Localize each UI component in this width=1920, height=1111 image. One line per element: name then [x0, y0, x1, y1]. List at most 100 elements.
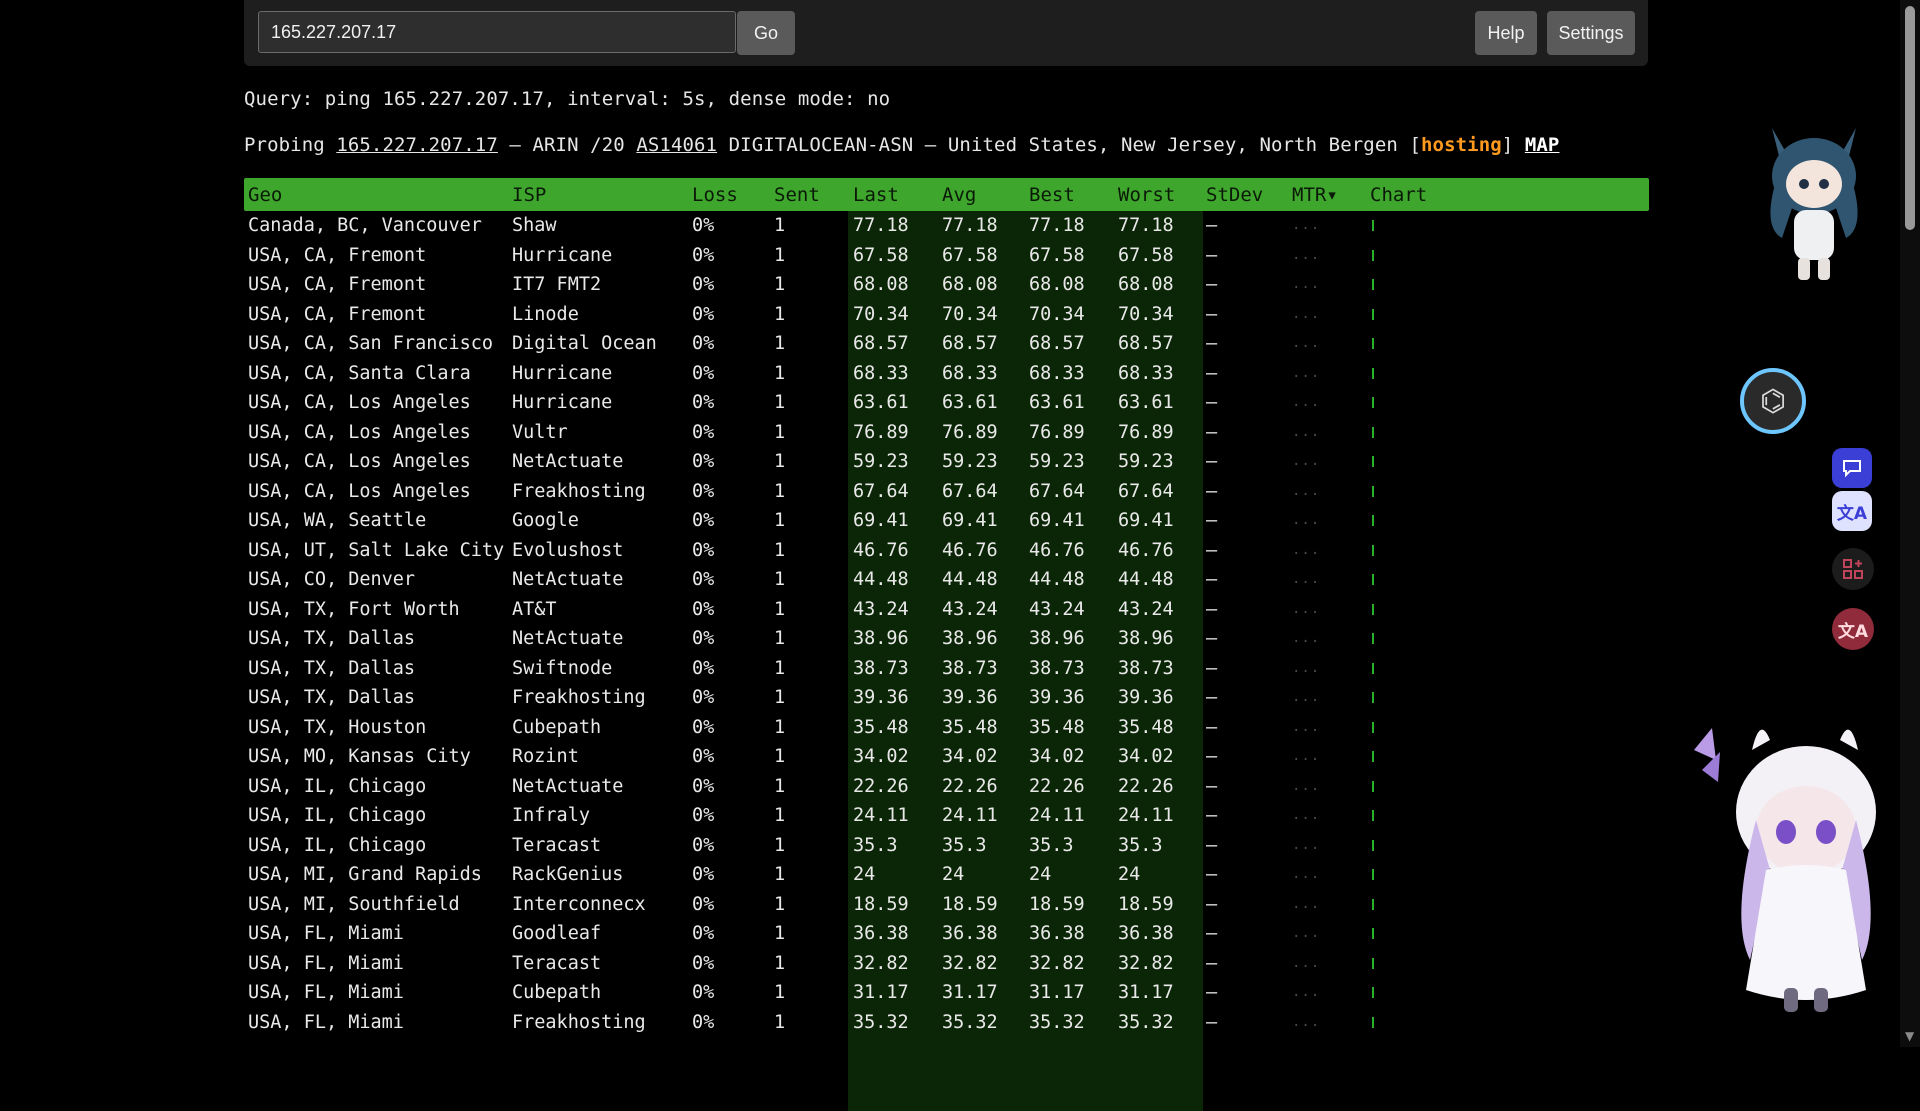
- map-link[interactable]: MAP: [1525, 134, 1560, 156]
- cell-worst: 38.73: [1118, 657, 1174, 679]
- chart-tick: [1372, 397, 1374, 408]
- cell-mtr-icon[interactable]: ...: [1292, 335, 1320, 351]
- cell-mtr-icon[interactable]: ...: [1292, 424, 1320, 440]
- header-isp[interactable]: ISP: [512, 184, 546, 206]
- apps-icon[interactable]: [1832, 548, 1874, 590]
- hosting-tag: hosting: [1421, 134, 1502, 156]
- cell-loss: 0%: [692, 628, 715, 649]
- cell-sent: 1: [774, 775, 786, 797]
- cell-mtr-icon[interactable]: ...: [1292, 365, 1320, 381]
- chart-tick: [1372, 456, 1374, 467]
- cell-isp: Vultr: [512, 421, 568, 443]
- cell-worst: 43.24: [1118, 598, 1174, 620]
- cell-best: 34.02: [1029, 746, 1085, 767]
- cell-stdev: —: [1206, 893, 1218, 915]
- cell-loss: 0%: [692, 480, 715, 502]
- cell-mtr-icon[interactable]: ...: [1292, 955, 1320, 971]
- cell-avg: 46.76: [942, 539, 998, 561]
- translate-icon[interactable]: 文A: [1832, 491, 1872, 531]
- cell-mtr-icon[interactable]: ...: [1292, 453, 1320, 469]
- cell-mtr-icon[interactable]: ...: [1292, 483, 1320, 499]
- cell-mtr-icon[interactable]: ...: [1292, 719, 1320, 735]
- cell-mtr-icon[interactable]: ...: [1292, 601, 1320, 617]
- cell-best: 43.24: [1029, 598, 1085, 620]
- cell-mtr-icon[interactable]: ...: [1292, 866, 1320, 882]
- cell-stdev: —: [1206, 923, 1218, 944]
- cell-isp: Interconnecx: [512, 893, 646, 915]
- header-loss[interactable]: Loss: [692, 184, 738, 206]
- cell-mtr-icon[interactable]: ...: [1292, 837, 1320, 853]
- table-row: USA, FL, Miami Freakhosting 0% 1 35.32 35.32 3…: [244, 1008, 1649, 1038]
- chart-tick: [1372, 928, 1374, 939]
- cell-mtr-icon[interactable]: ...: [1292, 778, 1320, 794]
- cell-avg: 38.96: [942, 628, 998, 649]
- cell-worst: 31.17: [1118, 982, 1174, 1003]
- cell-mtr-icon[interactable]: ...: [1292, 276, 1320, 292]
- cell-loss: 0%: [692, 864, 715, 885]
- cell-sent: 1: [774, 893, 786, 915]
- cell-sent: 1: [774, 982, 786, 1003]
- cell-isp: Shaw: [512, 215, 557, 236]
- cell-isp: Rozint: [512, 746, 579, 767]
- table-row: USA, MI, Grand Rapids RackGenius 0% 1 24 24 24…: [244, 860, 1649, 890]
- cell-avg: 59.23: [942, 451, 998, 472]
- cell-stdev: —: [1206, 510, 1218, 531]
- cell-geo: USA, CA, Los Angeles: [248, 392, 471, 413]
- asn-link[interactable]: AS14061: [636, 134, 717, 156]
- header-worst[interactable]: Worst: [1118, 184, 1175, 206]
- settings-button[interactable]: Settings: [1547, 11, 1635, 55]
- header-stdev[interactable]: StDev: [1206, 184, 1263, 206]
- cell-mtr-icon[interactable]: ...: [1292, 748, 1320, 764]
- cell-mtr-icon[interactable]: ...: [1292, 630, 1320, 646]
- ai-assistant-icon[interactable]: ⌬: [1740, 368, 1806, 434]
- cell-mtr-icon[interactable]: ...: [1292, 571, 1320, 587]
- go-button[interactable]: Go: [737, 11, 795, 55]
- header-sent[interactable]: Sent: [774, 184, 820, 206]
- chat-icon[interactable]: [1832, 448, 1872, 488]
- translate-alt-icon[interactable]: 文A: [1832, 608, 1874, 650]
- table-row: USA, CA, Santa Clara Hurricane 0% 1 68.33 68.…: [244, 359, 1649, 389]
- chart-tick: [1372, 751, 1374, 762]
- cell-mtr-icon[interactable]: ...: [1292, 542, 1320, 558]
- cell-worst: 34.02: [1118, 746, 1174, 767]
- cell-mtr-icon[interactable]: ...: [1292, 925, 1320, 941]
- help-button[interactable]: Help: [1475, 11, 1537, 55]
- cell-mtr-icon[interactable]: ...: [1292, 896, 1320, 912]
- cell-isp: RackGenius: [512, 864, 624, 885]
- cell-mtr-icon[interactable]: ...: [1292, 306, 1320, 322]
- header-last[interactable]: Last: [853, 184, 899, 206]
- cell-worst: 32.82: [1118, 952, 1174, 974]
- cell-geo: USA, MO, Kansas City: [248, 746, 471, 767]
- cell-loss: 0%: [692, 893, 715, 915]
- header-best[interactable]: Best: [1029, 184, 1075, 206]
- cell-isp: Teracast: [512, 952, 602, 974]
- chart-tick: [1372, 367, 1374, 379]
- scrollbar-thumb[interactable]: [1905, 6, 1915, 230]
- cell-mtr-icon[interactable]: ...: [1292, 660, 1320, 676]
- table-row: USA, TX, Fort Worth AT&T 0% 1 43.24 43.24 43.2…: [244, 595, 1649, 625]
- cell-mtr-icon[interactable]: ...: [1292, 1014, 1320, 1030]
- header-geo[interactable]: Geo: [248, 184, 282, 206]
- cell-sent: 1: [774, 539, 786, 561]
- cell-best: 24: [1029, 864, 1052, 885]
- scroll-down-icon[interactable]: ▼: [1905, 1029, 1914, 1043]
- cell-loss: 0%: [692, 805, 715, 826]
- cell-avg: 76.89: [942, 421, 998, 443]
- cell-mtr-icon[interactable]: ...: [1292, 217, 1320, 233]
- query-input[interactable]: [258, 11, 736, 53]
- cell-mtr-icon[interactable]: ...: [1292, 512, 1320, 528]
- header-mtr[interactable]: MTR▾: [1292, 184, 1338, 206]
- header-avg[interactable]: Avg: [942, 184, 976, 206]
- cell-isp: Cubepath: [512, 982, 602, 1003]
- cell-mtr-icon[interactable]: ...: [1292, 984, 1320, 1000]
- cell-mtr-icon[interactable]: ...: [1292, 394, 1320, 410]
- cell-mtr-icon[interactable]: ...: [1292, 689, 1320, 705]
- cell-mtr-icon[interactable]: ...: [1292, 247, 1320, 263]
- cell-avg: 34.02: [942, 746, 998, 767]
- cell-mtr-icon[interactable]: ...: [1292, 807, 1320, 823]
- vertical-scrollbar[interactable]: ▼: [1900, 0, 1920, 1047]
- cell-loss: 0%: [692, 274, 715, 295]
- cell-geo: USA, CA, Los Angeles: [248, 480, 471, 502]
- cell-loss: 0%: [692, 834, 715, 856]
- probe-ip-link[interactable]: 165.227.207.17: [336, 134, 498, 156]
